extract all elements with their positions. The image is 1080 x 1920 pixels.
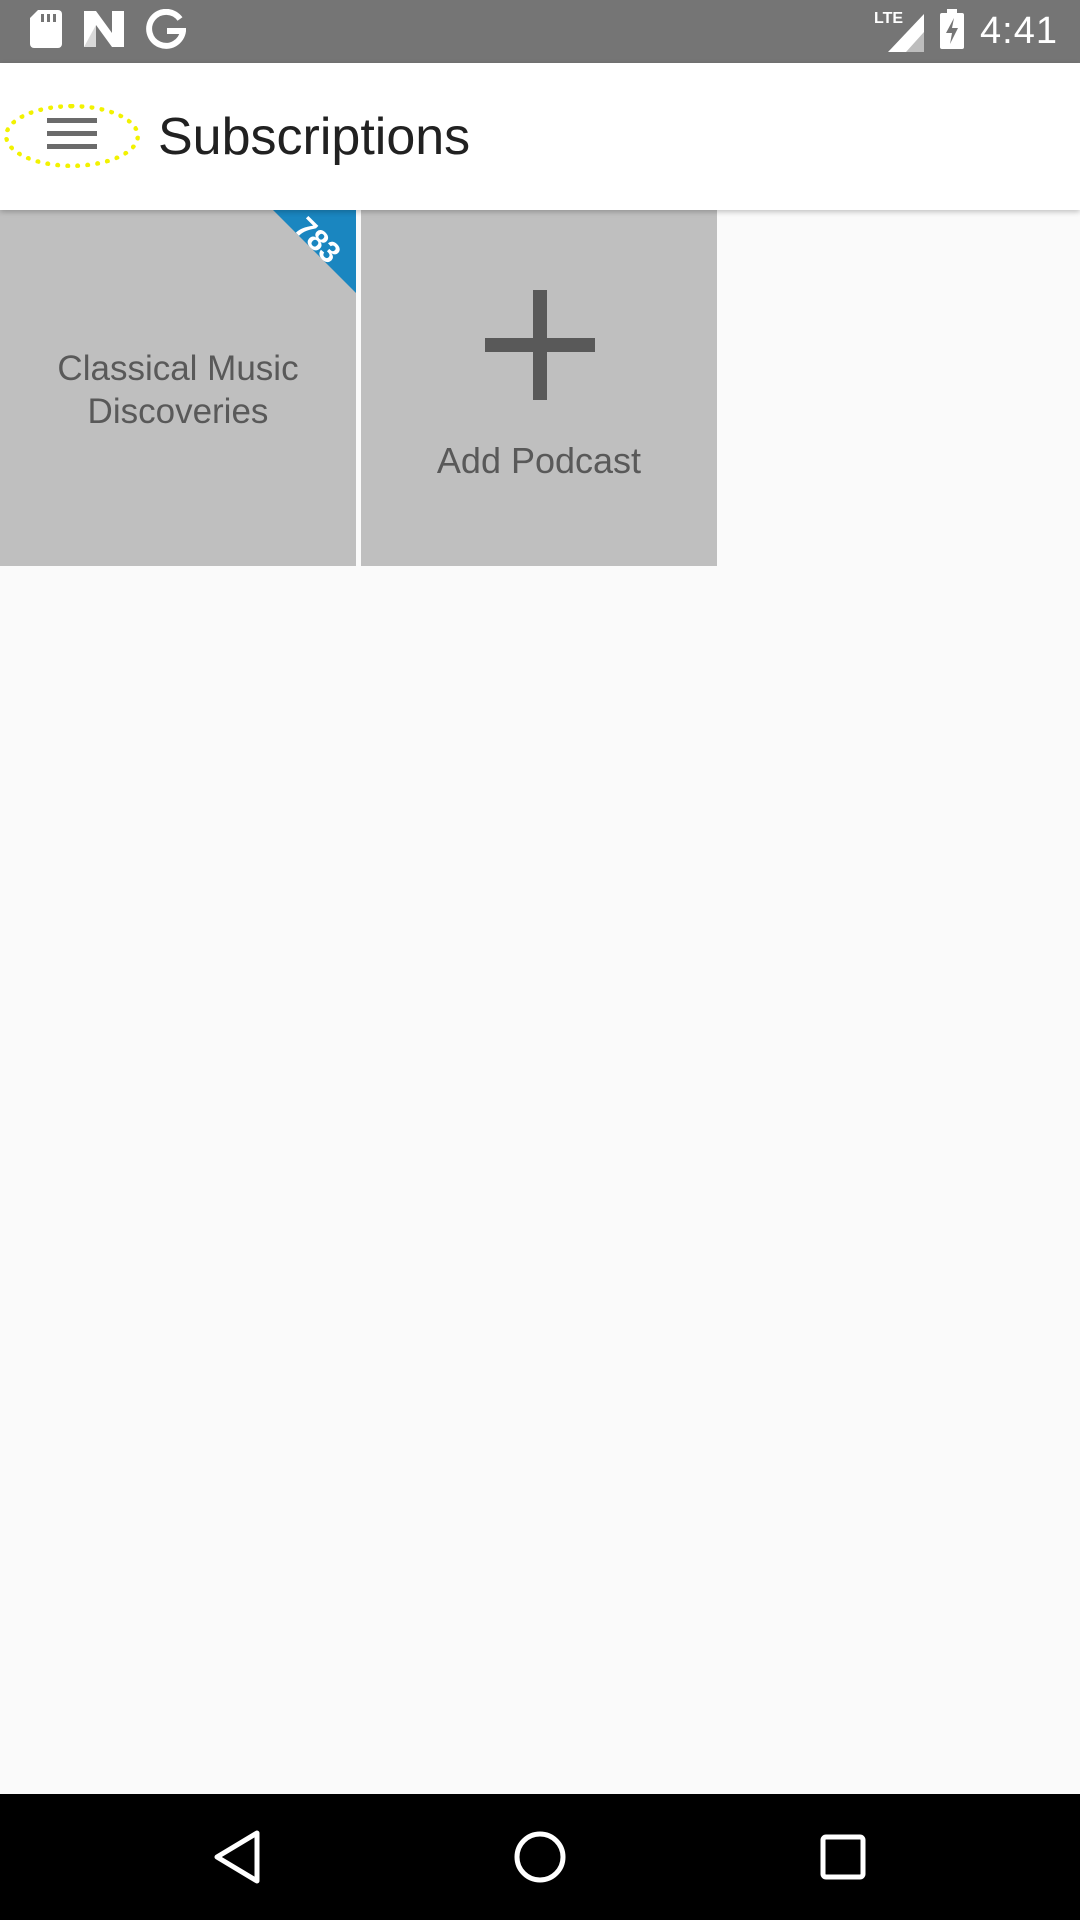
home-button[interactable] (505, 1824, 575, 1894)
google-g-icon (146, 8, 187, 54)
lte-signal-icon: LTE (874, 10, 925, 52)
page-title: Subscriptions (158, 108, 471, 166)
status-right-icons: LTE 4:41 (874, 8, 1058, 55)
add-podcast-tile[interactable]: Add Podcast (361, 210, 717, 566)
sd-card-icon (30, 10, 62, 53)
recents-button[interactable] (808, 1824, 878, 1894)
back-icon (212, 1829, 262, 1890)
n-logo-icon (84, 11, 124, 52)
hamburger-menu-icon (47, 115, 97, 158)
lte-label: LTE (874, 9, 904, 27)
navigation-bar (0, 1794, 1080, 1920)
recents-icon (820, 1834, 866, 1885)
status-bar: LTE 4:41 (0, 0, 1080, 63)
add-podcast-label: Add Podcast (436, 440, 642, 481)
episode-count-badge: 783 (273, 210, 356, 293)
screen: LTE 4:41 Subscriptions Classical Music D… (0, 0, 1080, 1920)
plus-icon (485, 290, 595, 405)
back-button[interactable] (202, 1824, 272, 1894)
app-bar: Subscriptions (0, 63, 1080, 210)
battery-charging-icon (940, 9, 965, 54)
subscription-tile[interactable]: Classical Music Discoveries 783 (0, 210, 356, 566)
status-clock: 4:41 (980, 10, 1058, 52)
menu-button[interactable] (4, 104, 140, 168)
podcast-title: Classical Music Discoveries (57, 349, 299, 431)
home-icon (513, 1830, 567, 1889)
status-left-icons (30, 8, 187, 54)
